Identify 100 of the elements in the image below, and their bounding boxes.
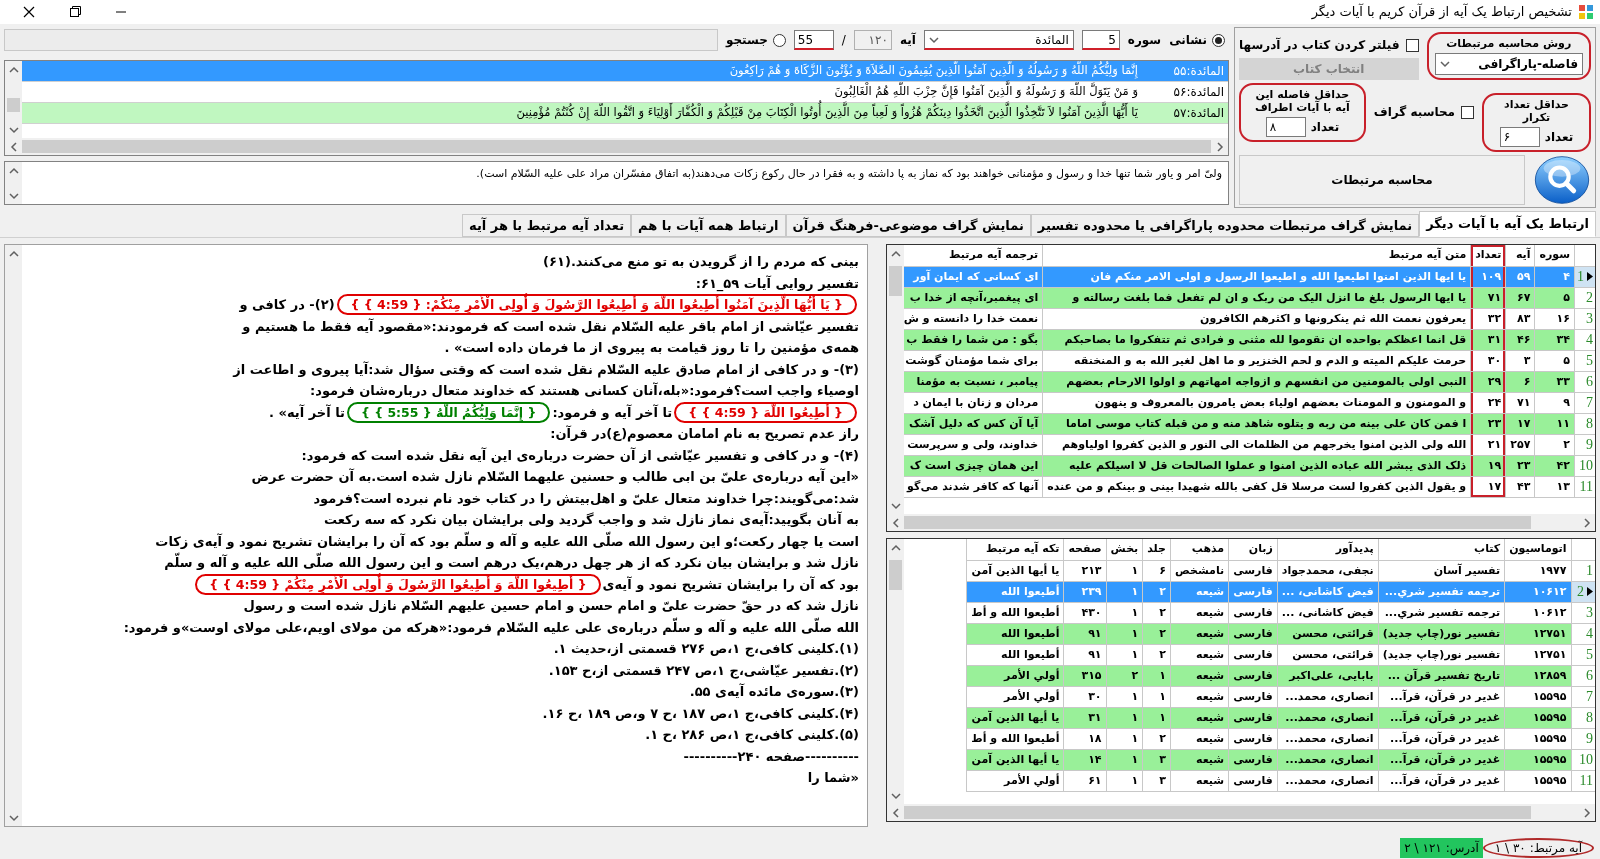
commentary-text: (۳).سوره‌ی مائده آیه‌ی ۵۵. bbox=[689, 682, 859, 701]
table-cell: آیا آن کس که دلیل آشک bbox=[904, 413, 1043, 434]
tab[interactable]: ارتباط یک آیه با آیات دیگر bbox=[1419, 211, 1596, 237]
commentary-text: بینی که مردم را از گرویدن به تو منع می‌کنند.(۶۱) bbox=[543, 253, 859, 272]
row-header[interactable]: 4 bbox=[1574, 329, 1595, 350]
row-header[interactable]: 9 bbox=[1571, 728, 1595, 749]
window-title: تشخیص ارتباط یک آیه از قرآن کریم با آیات دیگر bbox=[1311, 2, 1572, 22]
column-header[interactable]: متن آیه مرتبط bbox=[1042, 245, 1471, 266]
table-cell: ۱ bbox=[1106, 644, 1143, 665]
verse-quote: { یَا أَیُّهَا الَّذِینَ آمَنُوا أَطِیعُوا اللّهَ وَ أَطِیعُوا الرَّسُولَ وَ أُولِی الْأَمْرِ مِنْكُمْ: { 4:59 } } bbox=[336, 294, 857, 316]
commentary-text: ----------صفحه ۲۴۰---------- bbox=[683, 747, 859, 766]
ayah-total-field[interactable]: ۱۲۰ bbox=[853, 30, 892, 50]
table-cell: فارسی bbox=[1228, 560, 1278, 581]
table-cell: غدیر در قرآن، قرآ... bbox=[1378, 728, 1505, 749]
row-header[interactable]: 11 bbox=[1571, 770, 1595, 791]
table-cell: ۱ bbox=[1106, 581, 1143, 602]
tab[interactable]: نمایش گراف موضوعی-فرهنگ قرآن bbox=[785, 214, 1031, 237]
row-number: 1 bbox=[1586, 563, 1593, 578]
table-cell: ۱ bbox=[1106, 602, 1143, 623]
table-cell: أطیعوا الله bbox=[966, 581, 1064, 602]
column-header[interactable]: مذهب bbox=[1170, 539, 1229, 560]
row-header[interactable]: 10 bbox=[1574, 455, 1595, 476]
table-cell: شیعه bbox=[1170, 644, 1229, 665]
column-header[interactable]: بخش bbox=[1106, 539, 1143, 560]
checkbox-label[interactable]: محاسبه گراف bbox=[1373, 103, 1455, 121]
row-header[interactable]: 1 bbox=[1571, 560, 1595, 581]
row-header[interactable]: 5 bbox=[1574, 350, 1595, 371]
ayah-number-field[interactable]: 55 bbox=[793, 30, 834, 50]
table-cell: أولي الأمر bbox=[966, 665, 1064, 686]
table-cell: یا ایها الرسول بلغ ما انزل الیک من ربک و ان لم تفعل فما بلغت رسالته و bbox=[1042, 287, 1471, 308]
surah-dropdown[interactable]: المائدة bbox=[923, 30, 1074, 50]
row-header[interactable]: 4 bbox=[1571, 623, 1595, 644]
row-header[interactable]: 11 bbox=[1574, 476, 1595, 497]
tab[interactable]: نمایش گراف مرتبطات محدوده پاراگرافی یا محدوده تفسیر bbox=[1030, 214, 1420, 237]
row-header[interactable]: 8 bbox=[1574, 413, 1595, 434]
group-title: روش محاسبه مرتبطات bbox=[1446, 37, 1572, 50]
radio-label[interactable]: جستجو bbox=[725, 31, 768, 49]
row-number: 5 bbox=[1586, 647, 1593, 662]
row-header[interactable]: 9 bbox=[1574, 434, 1595, 455]
table-cell: ۶۱ bbox=[1063, 770, 1107, 791]
row-header[interactable]: 6 bbox=[1571, 665, 1595, 686]
row-header[interactable]: 3 bbox=[1571, 602, 1595, 623]
table-cell: یا أیها الذین آمن bbox=[966, 707, 1064, 728]
table-cell: ۱ bbox=[1106, 749, 1143, 770]
table-cell: ۵۹ bbox=[1505, 266, 1535, 287]
table-cell: فارسی bbox=[1228, 665, 1278, 686]
column-header[interactable]: کتاب bbox=[1378, 539, 1505, 560]
row-header[interactable]: 5 bbox=[1571, 644, 1595, 665]
tab[interactable]: تعداد آیه مرتبط با هر آیه bbox=[462, 214, 632, 237]
table-cell: غدیر در قرآن، قرآ... bbox=[1378, 686, 1505, 707]
row-header[interactable]: 6 bbox=[1574, 371, 1595, 392]
table-cell: فیض کاشانی، ... bbox=[1277, 602, 1379, 623]
table-cell: فارسی bbox=[1228, 749, 1278, 770]
row-header[interactable]: 7 bbox=[1574, 392, 1595, 413]
table-cell: ۸۳ bbox=[1505, 308, 1535, 329]
table-cell: ۲ bbox=[1534, 434, 1575, 455]
column-header[interactable]: ترجمه آیه مرتبط bbox=[904, 245, 1043, 266]
table-cell: ۱ bbox=[1106, 770, 1143, 791]
count-field[interactable]: ۸ bbox=[1265, 117, 1306, 137]
row-header[interactable]: 7 bbox=[1571, 686, 1595, 707]
tab[interactable]: ارتباط همه آیات با هم bbox=[631, 214, 786, 237]
table-cell: شیعه bbox=[1170, 665, 1229, 686]
column-header[interactable]: پدیدآور bbox=[1277, 539, 1379, 560]
table-cell: ۱ bbox=[1106, 623, 1143, 644]
column-header[interactable]: تکه آیه مرتبط bbox=[966, 539, 1064, 560]
count-field[interactable]: ۶ bbox=[1499, 127, 1540, 147]
table-cell: ۲ bbox=[1142, 728, 1171, 749]
column-header[interactable]: اتوماسیون bbox=[1504, 539, 1571, 560]
row-header[interactable]: 2 bbox=[1574, 287, 1595, 308]
column-header[interactable]: صفحه bbox=[1063, 539, 1107, 560]
table-cell: ۴۳ bbox=[1505, 476, 1535, 497]
table-cell: أطیعوا الله و أط bbox=[966, 602, 1064, 623]
row-number: 7 bbox=[1586, 395, 1593, 410]
row-number: 8 bbox=[1586, 710, 1593, 725]
table-cell: یا أیها الذین آمن bbox=[966, 749, 1064, 770]
table-cell: انصاری، محمد... bbox=[1277, 707, 1379, 728]
checkbox-label[interactable]: فیلتر کردن کتاب در آدرسها bbox=[1239, 36, 1400, 54]
table-cell: أطیعوا الله bbox=[966, 644, 1064, 665]
row-header[interactable]: 3 bbox=[1574, 308, 1595, 329]
surah-number-field[interactable]: 5 bbox=[1081, 30, 1120, 50]
compute-button[interactable]: محاسبه مرتبطات bbox=[1239, 155, 1525, 205]
radio-label[interactable]: نشانی bbox=[1169, 31, 1207, 49]
table-cell: ای پیغمبر،آنچه از خدا ب bbox=[904, 287, 1043, 308]
table-cell: ۳۱ bbox=[1063, 707, 1107, 728]
table-cell: ترجمه تفسیر شري... bbox=[1378, 602, 1505, 623]
column-header[interactable]: سوره bbox=[1534, 245, 1575, 266]
verse-ref: المائدة:۵۶ bbox=[1172, 84, 1225, 101]
column-header[interactable]: زبان bbox=[1228, 539, 1278, 560]
column-header[interactable]: جلد bbox=[1142, 539, 1171, 560]
table-cell: ۲ bbox=[1142, 602, 1171, 623]
verse-text: إِنَّمَا وَلِیُّكُمُ اللّهُ وَ رَسُولُهُ وَ الَّذِینَ آمَنُوا الَّذِینَ یُقِیمُونَ الصَّلاَةَ وَ یُؤْتُونَ الزَّكَاةَ وَ هُمْ رَاكِعُونَ bbox=[728, 62, 1139, 80]
table-cell: ۲ bbox=[1142, 644, 1171, 665]
row-header[interactable]: 8 bbox=[1571, 707, 1595, 728]
column-header[interactable]: آیه bbox=[1505, 245, 1535, 266]
row-header[interactable]: 10 bbox=[1571, 749, 1595, 770]
table-cell: ۹۱ bbox=[1063, 644, 1107, 665]
table-cell: تفسیر آسان bbox=[1378, 560, 1505, 581]
column-header[interactable]: تعداد bbox=[1470, 245, 1506, 266]
method-dropdown[interactable]: فاصله-پاراگرافی bbox=[1434, 53, 1583, 75]
commentary-text: اوصیاء واجب است؟فرمود:«بله،آنان کسانی هستند که خداوند متعال درباره‌شان فرمود: bbox=[310, 381, 859, 400]
